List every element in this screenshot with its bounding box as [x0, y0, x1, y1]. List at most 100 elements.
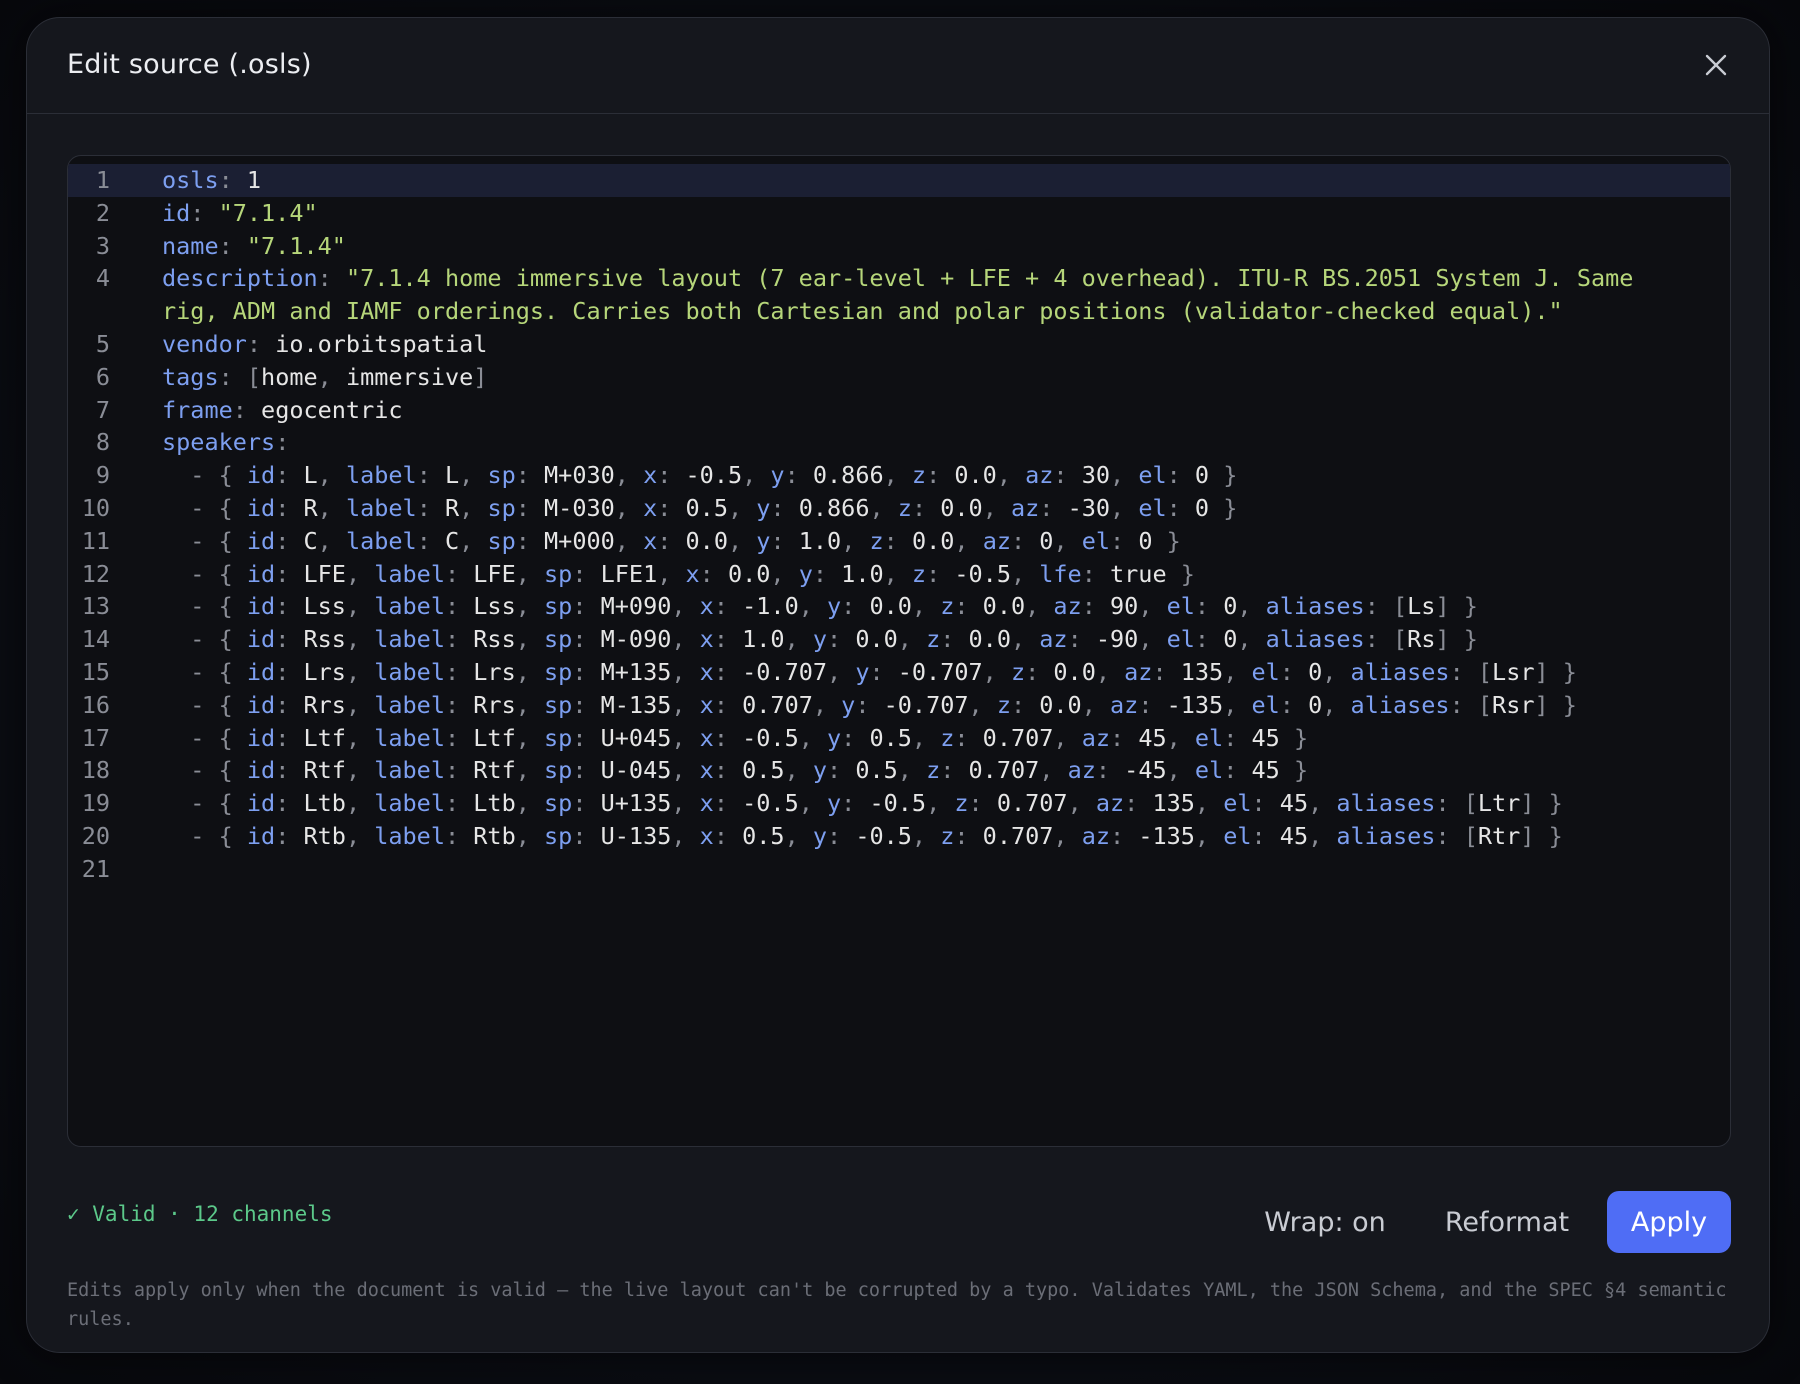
code-line[interactable]: 21: [68, 853, 1730, 886]
code-line[interactable]: 19 - { id: Ltb, label: Ltb, sp: U+135, x…: [68, 787, 1730, 820]
yaml-punctuation: :: [1053, 461, 1082, 490]
code-line[interactable]: 10 - { id: R, label: R, sp: M-030, x: 0.…: [68, 492, 1730, 525]
code-line[interactable]: 11 - { id: C, label: C, sp: M+000, x: 0.…: [68, 525, 1730, 558]
line-content: - { id: C, label: C, sp: M+000, x: 0.0, …: [162, 525, 1702, 558]
yaml-punctuation: :: [713, 756, 743, 785]
yaml-key: y: [770, 461, 785, 490]
yaml-key: x: [699, 592, 714, 621]
line-number: 8: [95, 428, 110, 457]
yaml-string: "7.1.4": [246, 231, 346, 260]
yaml-punctuation: :: [275, 789, 304, 818]
yaml-value: Rss: [303, 625, 346, 654]
yaml-punctuation: :: [770, 493, 799, 522]
yaml-punctuation: ,: [317, 461, 346, 490]
yaml-punctuation: :: [572, 690, 601, 719]
code-line[interactable]: 2 id: "7.1.4": [68, 197, 1730, 230]
close-button[interactable]: [1699, 48, 1733, 82]
yaml-punctuation: :: [1449, 690, 1478, 719]
code-line[interactable]: 9 - { id: L, label: L, sp: M+030, x: -0.…: [68, 459, 1730, 492]
yaml-key: el: [1194, 723, 1224, 752]
yaml-punctuation: :: [444, 657, 474, 686]
code-line[interactable]: 8 speakers:: [68, 426, 1730, 459]
code-line[interactable]: 12 - { id: LFE, label: LFE, sp: LFE1, x:…: [68, 558, 1730, 591]
yaml-punctuation: - {: [162, 526, 247, 555]
yaml-punctuation: ]: [1435, 625, 1450, 654]
code-line[interactable]: 13 - { id: Lss, label: Lss, sp: M+090, x…: [68, 590, 1730, 623]
yaml-value: -0.5: [954, 559, 1011, 588]
code-line[interactable]: 7 frame: egocentric: [68, 394, 1730, 427]
yaml-key: label: [345, 461, 417, 490]
yaml-punctuation: ,: [515, 821, 545, 850]
code-line[interactable]: 20 - { id: Rtb, label: Rtb, sp: U-135, x…: [68, 820, 1730, 853]
yaml-punctuation: :: [713, 592, 743, 621]
yaml-punctuation: :: [911, 493, 941, 522]
code-line[interactable]: 17 - { id: Ltf, label: Ltf, sp: U+045, x…: [68, 722, 1730, 755]
yaml-punctuation: :: [572, 657, 601, 686]
line-content: - { id: Rrs, label: Rrs, sp: M-135, x: 0…: [162, 689, 1702, 722]
code-line[interactable]: 3 name: "7.1.4": [68, 230, 1730, 263]
yaml-value: Ls: [1407, 592, 1436, 621]
yaml-punctuation: ,: [1194, 821, 1224, 850]
close-icon: [1705, 54, 1727, 76]
yaml-punctuation: ,: [770, 559, 799, 588]
yaml-punctuation: :: [1223, 723, 1252, 752]
yaml-punctuation: ,: [1166, 756, 1195, 785]
yaml-key: label: [374, 756, 445, 785]
yaml-punctuation: ,: [911, 592, 941, 621]
yaml-punctuation: ,: [727, 526, 757, 555]
code-line[interactable]: 5 vendor: io.orbitspatial: [68, 328, 1730, 361]
yaml-value: 0.0: [954, 461, 997, 490]
code-line[interactable]: 4 description: "7.1.4 home immersive layo…: [68, 262, 1730, 328]
yaml-punctuation: :: [275, 756, 304, 785]
modal-header: Edit source (.osls): [27, 18, 1769, 114]
code-line[interactable]: 1 osls: 1: [68, 164, 1730, 197]
line-content: - { id: Lss, label: Lss, sp: M+090, x: -…: [162, 590, 1702, 623]
code-line[interactable]: 6 tags: [home, immersive]: [68, 361, 1730, 394]
yaml-punctuation: }: [1279, 723, 1309, 752]
yaml-punctuation: :: [275, 690, 304, 719]
yaml-key: x: [685, 559, 700, 588]
yaml-value: -90: [1095, 625, 1139, 654]
yaml-value: L: [303, 461, 318, 490]
yaml-value: -0.5: [869, 789, 927, 818]
yaml-punctuation: :: [968, 789, 997, 818]
modal-title: Edit source (.osls): [67, 49, 312, 80]
yaml-punctuation: ,: [317, 362, 346, 391]
code-line[interactable]: 15 - { id: Lrs, label: Lrs, sp: M+135, x…: [68, 656, 1730, 689]
code-line[interactable]: 18 - { id: Rtf, label: Rtf, sp: U-045, x…: [68, 754, 1730, 787]
line-content: tags: [home, immersive]: [162, 361, 1702, 394]
yaml-punctuation: :: [218, 166, 247, 194]
line-number: 15: [81, 657, 110, 686]
code-line[interactable]: 14 - { id: Rss, label: Rss, sp: M-090, x…: [68, 623, 1730, 656]
yaml-key: x: [699, 690, 714, 719]
yaml-value: 0.5: [742, 821, 785, 850]
yaml-value: M-090: [600, 625, 672, 654]
yaml-value: 90: [1110, 592, 1139, 621]
yaml-punctuation: ,: [1223, 657, 1252, 686]
yaml-punctuation: ,: [515, 657, 545, 686]
apply-button[interactable]: Apply: [1607, 1191, 1731, 1253]
line-content: - { id: L, label: L, sp: M+030, x: -0.5,…: [162, 459, 1702, 492]
yaml-punctuation: :: [1166, 461, 1195, 490]
yaml-key: az: [1081, 821, 1111, 850]
yaml-key: label: [374, 821, 445, 850]
yaml-punctuation: :: [1010, 690, 1040, 719]
yaml-punctuation: }: [1209, 493, 1238, 522]
validation-status: ✓ Valid · 12 channels: [67, 1202, 333, 1226]
yaml-punctuation: ,: [1053, 526, 1082, 555]
line-number: 7: [95, 395, 110, 424]
line-number: 4: [95, 264, 110, 293]
code-editor[interactable]: 1 osls: 1 2 id: "7.1.4" 3 name: "7.1.4" 4 descr…: [67, 155, 1731, 1147]
line-content: - { id: Rtb, label: Rtb, sp: U-135, x: 0…: [162, 820, 1702, 853]
yaml-punctuation: - {: [162, 559, 247, 588]
wrap-toggle-button[interactable]: Wrap: on: [1245, 1191, 1405, 1253]
code-line[interactable]: 16 - { id: Rrs, label: Rrs, sp: M-135, x…: [68, 689, 1730, 722]
yaml-punctuation: :: [812, 559, 842, 588]
line-number: 17: [81, 723, 110, 752]
yaml-punctuation: ,: [317, 526, 346, 555]
yaml-value: 0.0: [982, 592, 1026, 621]
yaml-punctuation: :: [1081, 559, 1111, 588]
yaml-value: 135: [1152, 789, 1195, 818]
yaml-key: label: [374, 723, 445, 752]
reformat-button[interactable]: Reformat: [1427, 1191, 1587, 1253]
